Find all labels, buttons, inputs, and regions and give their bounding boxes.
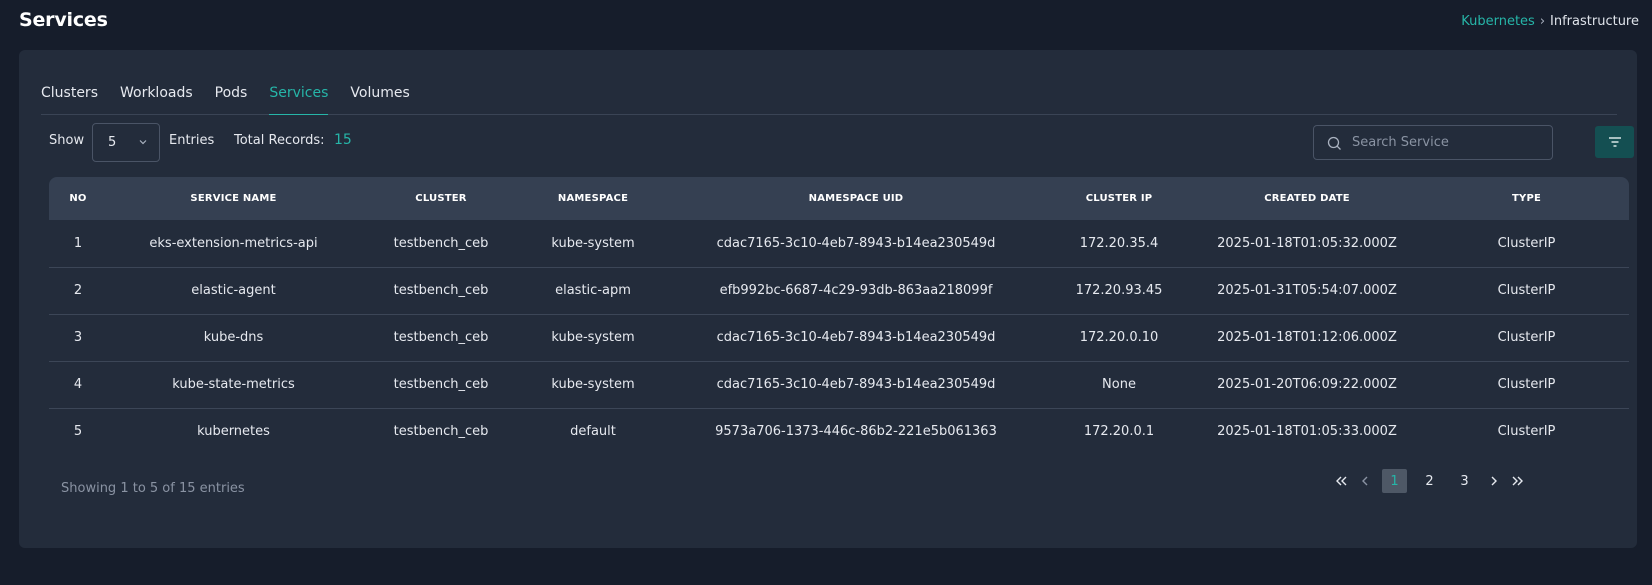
search-icon	[1327, 136, 1341, 150]
cell-service-name: eks-extension-metrics-api	[149, 235, 318, 251]
cell-type: ClusterIP	[1497, 330, 1556, 345]
cell-type: ClusterIP	[1497, 424, 1556, 440]
cell-service-name: kube-state-metrics	[172, 377, 295, 392]
cell-cluster: testbench_ceb	[393, 330, 489, 345]
cell-namespace: elastic-apm	[555, 283, 631, 298]
chevron-left-icon	[1362, 476, 1368, 486]
cell-namespace: kube-system	[551, 330, 635, 345]
last-page-button[interactable]	[1506, 469, 1530, 493]
cell-cluster-ip: None	[1102, 377, 1136, 392]
column-header-cluster-ip: CLUSTER IP	[1085, 193, 1153, 204]
total-records-value: 15	[334, 132, 352, 148]
cell-namespace-uid: 9573a706-1373-446c-86b2-221e5b061363	[715, 424, 997, 440]
entries-per-page-select[interactable]: 5	[92, 123, 160, 162]
cell-cluster-ip: 172.20.35.4	[1079, 235, 1159, 251]
table-row[interactable]: 3 kube-dns testbench_ceb kube-system cda…	[49, 314, 1629, 361]
cell-type: ClusterIP	[1497, 283, 1556, 298]
cell-no: 4	[73, 377, 83, 392]
breadcrumb-current: Infrastructure	[1550, 14, 1639, 29]
page-button-3[interactable]: 3	[1452, 469, 1477, 493]
column-header-no: NO	[69, 193, 87, 204]
cell-cluster: testbench_ceb	[393, 283, 489, 298]
breadcrumb: Kubernetes › Infrastructure	[1461, 14, 1639, 29]
table-header-row: NO SERVICE NAME CLUSTER NAMESPACE NAMESP…	[49, 177, 1629, 220]
table-row[interactable]: 2 elastic-agent testbench_ceb elastic-ap…	[49, 267, 1629, 314]
cell-cluster-ip: 172.20.0.10	[1079, 330, 1159, 345]
page-header: Services Kubernetes › Infrastructure	[0, 0, 1652, 46]
tab-services[interactable]: Services	[269, 79, 329, 115]
first-page-button[interactable]	[1329, 469, 1353, 493]
table-toolbar: Show 5 Entries Total Records: 15	[49, 123, 1634, 163]
cell-namespace: kube-system	[551, 377, 635, 392]
cell-service-name: kubernetes	[197, 424, 270, 440]
entries-label: Entries	[169, 133, 215, 148]
cell-namespace-uid: efb992bc-6687-4c29-93db-863aa218099f	[719, 283, 993, 298]
tab-clusters[interactable]: Clusters	[41, 79, 98, 115]
page-title: Services	[19, 9, 108, 31]
cell-cluster-ip: 172.20.93.45	[1075, 283, 1163, 298]
chevron-down-icon	[139, 140, 147, 145]
cell-namespace: kube-system	[551, 235, 635, 251]
cell-namespace-uid: cdac7165-3c10-4eb7-8943-b14ea230549d	[716, 330, 996, 345]
pagination: 1 2 3	[1329, 468, 1530, 494]
filter-icon	[1608, 137, 1621, 147]
filter-button[interactable]	[1595, 126, 1634, 158]
cell-namespace: default	[570, 424, 616, 440]
next-page-button[interactable]	[1482, 469, 1506, 493]
search-box	[1313, 125, 1553, 160]
cell-type: ClusterIP	[1497, 377, 1556, 392]
table-footer: Showing 1 to 5 of 15 entries 1 2 3	[19, 460, 1637, 520]
table-row[interactable]: 4 kube-state-metrics testbench_ceb kube-…	[49, 361, 1629, 408]
tab-bar: Clusters Workloads Pods Services Volumes	[41, 79, 1617, 115]
column-header-type: TYPE	[1511, 193, 1542, 204]
cell-cluster: testbench_ceb	[393, 377, 489, 392]
show-label: Show	[49, 133, 85, 148]
tab-workloads[interactable]: Workloads	[120, 79, 193, 115]
showing-entries-text: Showing 1 to 5 of 15 entries	[61, 481, 245, 496]
cell-type: ClusterIP	[1497, 235, 1556, 251]
double-chevron-right-icon	[1512, 476, 1523, 486]
cell-created-date: 2025-01-31T05:54:07.000Z	[1217, 283, 1397, 298]
prev-page-button[interactable]	[1353, 469, 1377, 493]
cell-service-name: elastic-agent	[191, 283, 276, 298]
search-input[interactable]	[1352, 126, 1547, 159]
page-button-1[interactable]: 1	[1382, 469, 1407, 493]
total-records-label: Total Records:	[234, 133, 325, 148]
column-header-service-name: SERVICE NAME	[190, 193, 277, 204]
column-header-created-date: CREATED DATE	[1264, 193, 1350, 204]
table-row[interactable]: 5 kubernetes testbench_ceb default 9573a…	[49, 408, 1629, 455]
cell-created-date: 2025-01-18T01:05:32.000Z	[1217, 235, 1397, 251]
double-chevron-left-icon	[1336, 476, 1347, 486]
cell-namespace-uid: cdac7165-3c10-4eb7-8943-b14ea230549d	[716, 377, 996, 392]
cell-no: 1	[73, 235, 83, 251]
entries-value: 5	[108, 135, 117, 150]
cell-cluster: testbench_ceb	[393, 235, 489, 251]
cell-created-date: 2025-01-18T01:05:33.000Z	[1217, 424, 1397, 440]
cell-cluster-ip: 172.20.0.1	[1083, 424, 1155, 440]
page-button-2[interactable]: 2	[1417, 469, 1442, 493]
cell-no: 3	[73, 330, 83, 345]
tab-pods[interactable]: Pods	[215, 79, 248, 115]
cell-service-name: kube-dns	[203, 330, 264, 345]
cell-cluster: testbench_ceb	[393, 424, 489, 440]
breadcrumb-separator: ›	[1539, 14, 1546, 29]
cell-no: 2	[73, 283, 83, 298]
services-card: Clusters Workloads Pods Services Volumes…	[19, 50, 1637, 548]
breadcrumb-link-kubernetes[interactable]: Kubernetes	[1461, 14, 1535, 29]
column-header-cluster: CLUSTER	[415, 193, 467, 204]
column-header-namespace-uid: NAMESPACE UID	[808, 193, 904, 204]
chevron-right-icon	[1491, 476, 1497, 486]
column-header-namespace: NAMESPACE	[557, 193, 629, 204]
cell-no: 5	[73, 424, 83, 440]
cell-created-date: 2025-01-20T06:09:22.000Z	[1217, 377, 1397, 392]
services-table: NO SERVICE NAME CLUSTER NAMESPACE NAMESP…	[49, 177, 1629, 459]
cell-namespace-uid: cdac7165-3c10-4eb7-8943-b14ea230549d	[716, 235, 996, 251]
tab-volumes[interactable]: Volumes	[350, 79, 409, 115]
table-row[interactable]: 1 eks-extension-metrics-api testbench_ce…	[49, 220, 1629, 267]
cell-created-date: 2025-01-18T01:12:06.000Z	[1217, 330, 1397, 345]
